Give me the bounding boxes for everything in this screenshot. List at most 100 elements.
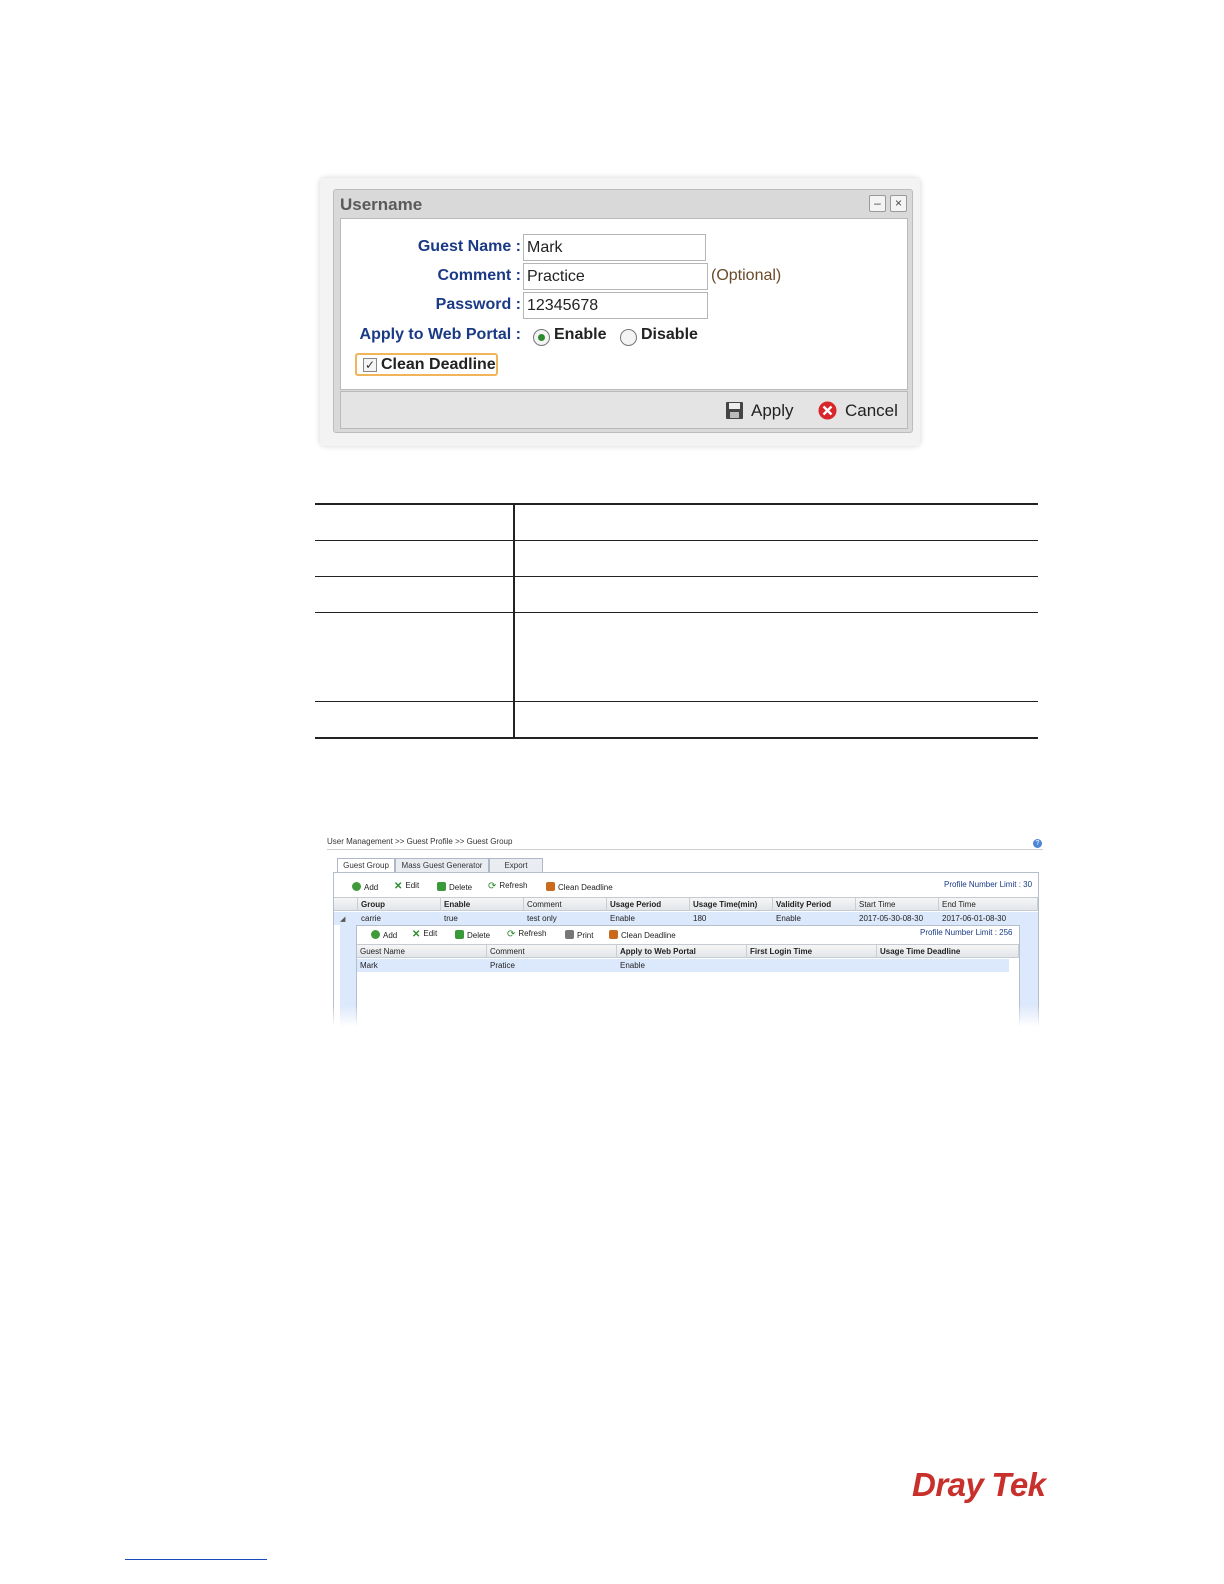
table-rule	[315, 540, 1038, 541]
refresh-icon: ⟳	[507, 929, 516, 940]
table-row[interactable]: Mark Pratice Enable	[357, 959, 1009, 972]
clean-deadline-option[interactable]: ✓ Clean Deadline	[355, 353, 498, 376]
header-cell[interactable]: First Login Time	[747, 945, 877, 958]
collapse-icon[interactable]: ◢	[340, 915, 345, 923]
comment-label: Comment :	[437, 267, 521, 284]
table-cell: 2017-05-30-08-30	[859, 914, 924, 923]
enable-radio-label: Enable	[554, 326, 607, 343]
table-cell	[877, 959, 1009, 972]
dialog-body: Guest Name : Comment : (Optional) Passwo…	[340, 218, 908, 390]
table-rule	[315, 576, 1038, 577]
group-table-header: Group Enable Comment Usage Period Usage …	[334, 897, 1038, 911]
header-cell	[334, 898, 358, 911]
header-cell[interactable]: Validity Period	[773, 898, 856, 911]
table-cell: 180	[693, 914, 707, 923]
help-icon[interactable]: ?	[1033, 839, 1042, 848]
header-cell[interactable]: End Time	[939, 898, 1038, 911]
header-cell[interactable]: Enable	[441, 898, 524, 911]
breadcrumb: User Management >> Guest Profile >> Gues…	[327, 837, 513, 846]
header-cell[interactable]: Usage Period	[607, 898, 690, 911]
table-cell: carrie	[361, 914, 382, 923]
refresh-icon: ⟳	[488, 881, 497, 892]
comment-input[interactable]	[523, 263, 708, 290]
apply-button[interactable]: Apply	[751, 401, 794, 421]
table-cell: 2017-06-01-08-30	[942, 914, 1007, 923]
tab-guest-group[interactable]: Guest Group	[337, 858, 395, 873]
table-cell: Mark	[360, 961, 378, 970]
sub-delete-button[interactable]: Delete	[455, 930, 490, 940]
add-button[interactable]: Add	[352, 882, 378, 892]
delete-button[interactable]: Delete	[437, 882, 472, 892]
table-rule	[315, 503, 1038, 505]
sub-clean-deadline-button[interactable]: Clean Deadline	[609, 930, 676, 940]
guest-group-screenshot: User Management >> Guest Profile >> Gues…	[327, 835, 1043, 1027]
table-cell: true	[444, 914, 458, 923]
dialog-footer: Apply Cancel	[340, 391, 908, 429]
table-cell: Enable	[776, 914, 801, 923]
sub-refresh-button[interactable]: ⟳ Refresh	[507, 929, 546, 940]
header-cell[interactable]: Usage Time(min)	[690, 898, 773, 911]
header-cell[interactable]: Comment	[487, 945, 617, 958]
clean-deadline-checkbox[interactable]: ✓	[363, 358, 377, 372]
logo-part-dray: Dray	[912, 1466, 984, 1503]
cancel-icon	[818, 401, 837, 420]
header-cell[interactable]: Apply to Web Portal	[617, 945, 747, 958]
sub-edit-button[interactable]: ✕ Edit	[412, 929, 437, 940]
sub-profile-limit: Profile Number Limit : 256	[920, 928, 1013, 937]
refresh-button[interactable]: ⟳ Refresh	[488, 881, 527, 892]
description-table	[315, 503, 1038, 739]
guest-table-header: Guest Name Comment Apply to Web Portal F…	[357, 944, 1019, 958]
edit-icon: ✕	[394, 881, 403, 892]
table-cell: Enable	[620, 961, 645, 970]
clean-icon	[609, 930, 618, 939]
dialog-title: Username	[340, 195, 423, 214]
edit-icon: ✕	[412, 929, 421, 940]
clean-deadline-button[interactable]: Clean Deadline	[546, 882, 613, 892]
logo-part-tek: Tek	[991, 1466, 1046, 1503]
header-cell[interactable]: Start Time	[856, 898, 939, 911]
clean-icon	[546, 882, 555, 891]
footer-link-underline[interactable]	[125, 1559, 267, 1560]
header-cell[interactable]: Comment	[524, 898, 607, 911]
group-toolbar: Add ✕ Edit Delete ⟳ Refresh Clean Deadline…	[334, 873, 1038, 899]
password-input[interactable]	[523, 292, 708, 319]
table-row[interactable]: ◢ carrie true test only Enable 180 Enabl…	[334, 912, 1038, 925]
guest-name-label: Guest Name :	[417, 238, 521, 255]
disable-radio-label: Disable	[641, 326, 698, 343]
table-rule	[315, 701, 1038, 702]
web-portal-label: Apply to Web Portal :	[359, 326, 521, 343]
header-cell[interactable]: Group	[358, 898, 441, 911]
close-button[interactable]: ×	[890, 195, 907, 212]
table-column-divider	[513, 503, 515, 739]
sub-add-button[interactable]: Add	[371, 930, 397, 940]
divider	[327, 849, 1043, 850]
screenshot-fade	[327, 1005, 1043, 1027]
guest-group-panel: Add ✕ Edit Delete ⟳ Refresh Clean Deadline…	[333, 872, 1039, 1027]
table-cell: Enable	[610, 914, 635, 923]
cancel-button[interactable]: Cancel	[845, 401, 898, 421]
trash-icon	[455, 930, 464, 939]
tab-mass-guest-generator[interactable]: Mass Guest Generator	[395, 858, 489, 872]
edit-button[interactable]: ✕ Edit	[394, 881, 419, 892]
trash-icon	[437, 882, 446, 891]
header-cell[interactable]: Guest Name	[357, 945, 487, 958]
add-icon	[352, 882, 361, 891]
disable-radio[interactable]	[620, 329, 637, 346]
table-cell	[747, 959, 877, 972]
table-cell: Pratice	[490, 961, 515, 970]
table-rule	[315, 737, 1038, 739]
guest-name-input[interactable]	[523, 234, 706, 261]
minimize-button[interactable]: –	[869, 195, 886, 212]
printer-icon	[565, 930, 574, 939]
clean-deadline-label: Clean Deadline	[381, 356, 496, 373]
sub-print-button[interactable]: Print	[565, 930, 593, 940]
header-cell[interactable]: Usage Time Deadline	[877, 945, 1019, 958]
draytek-logo: Dray Tek	[912, 1466, 1046, 1504]
password-label: Password :	[435, 296, 521, 313]
enable-radio[interactable]	[533, 329, 550, 346]
profile-limit: Profile Number Limit : 30	[944, 880, 1033, 889]
table-cell: test only	[527, 914, 557, 923]
tab-export[interactable]: Export	[489, 858, 543, 872]
username-dialog: Username – × Guest Name : Comment : (Opt…	[333, 189, 913, 433]
comment-optional-hint: (Optional)	[711, 267, 782, 284]
